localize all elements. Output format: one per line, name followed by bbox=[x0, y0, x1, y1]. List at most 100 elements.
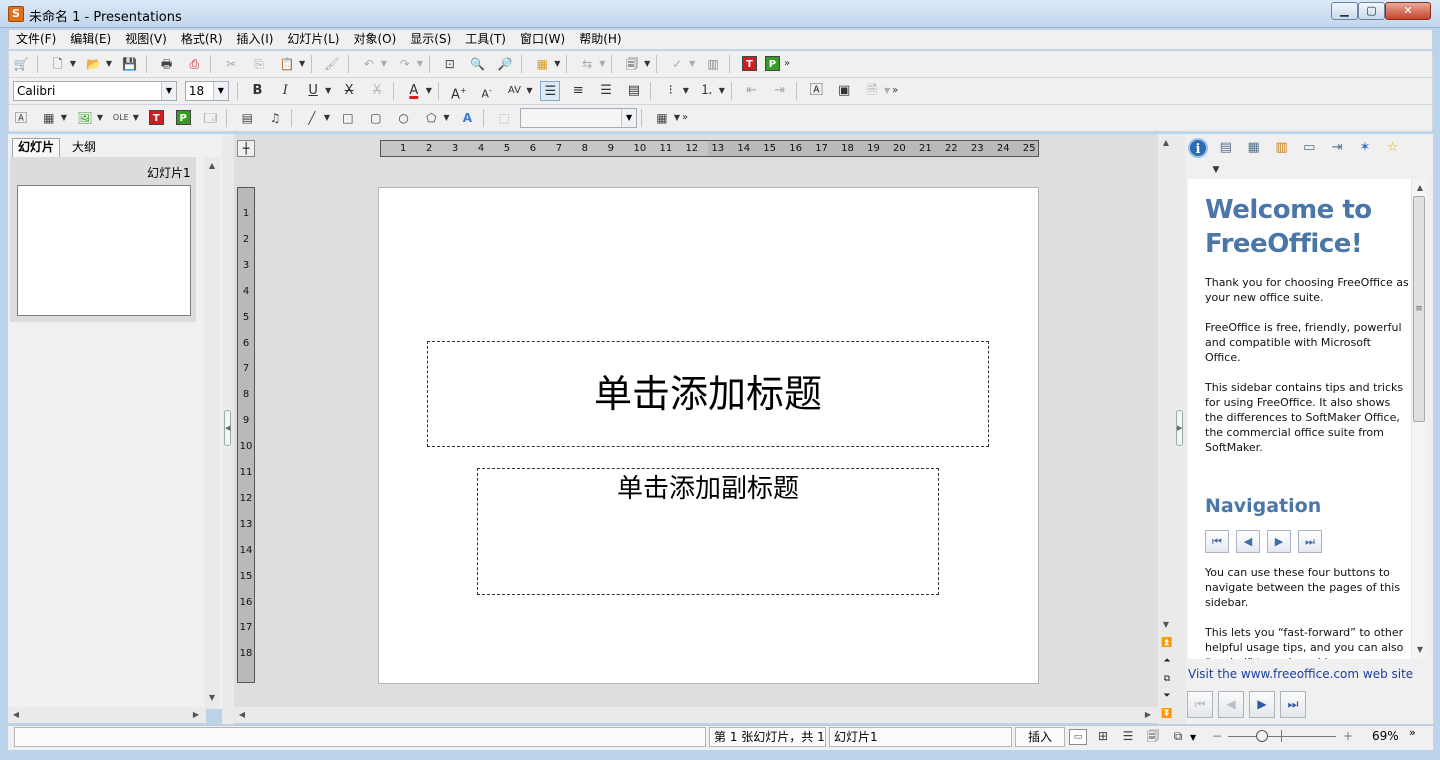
object-style-combo[interactable]: ▼ bbox=[520, 108, 638, 128]
align-left-button[interactable]: ☰ bbox=[540, 81, 561, 101]
ruler-corner-icon[interactable]: ┼ bbox=[237, 140, 255, 157]
grid-icon[interactable]: ▦ bbox=[653, 109, 671, 127]
animation-icon[interactable]: ✶ bbox=[1355, 138, 1375, 158]
menu-display[interactable]: 显示(S) bbox=[403, 30, 458, 49]
scroll-up-icon[interactable]: ▲ bbox=[1160, 137, 1172, 149]
slide-layout-icon[interactable]: ▦ bbox=[1244, 138, 1264, 158]
zoom-slider[interactable] bbox=[1228, 736, 1336, 737]
textbox-icon[interactable]: 🄰 bbox=[12, 109, 30, 127]
textmaker-object-icon[interactable]: T bbox=[148, 110, 164, 125]
object-properties-icon[interactable]: ⬚ bbox=[495, 109, 513, 127]
save-icon[interactable]: 💾 bbox=[121, 55, 139, 73]
numbering-button[interactable]: ⒈ bbox=[697, 81, 717, 101]
tab-slides[interactable]: 幻灯片 bbox=[12, 138, 60, 157]
normal-view-icon[interactable]: ▭ bbox=[1069, 729, 1087, 745]
sidebar-back-icon[interactable]: ◀ bbox=[1218, 691, 1244, 718]
scroll-down-icon[interactable]: ▼ bbox=[1414, 644, 1426, 656]
cut-icon[interactable]: ✂ bbox=[222, 55, 240, 73]
last-slide-icon[interactable]: ⏬ bbox=[1161, 708, 1173, 720]
increase-indent-button[interactable]: ⇥ bbox=[770, 81, 790, 101]
transition-icon[interactable]: ⇆ bbox=[578, 55, 596, 73]
chevron-down-icon[interactable]: ▼ bbox=[1206, 160, 1226, 180]
bullets-button[interactable]: ⁝ bbox=[661, 81, 681, 101]
main-vertical-scrollbar[interactable]: ▲ ▼ bbox=[1158, 134, 1174, 724]
title-placeholder-text[interactable]: 单击添加标题 bbox=[427, 368, 989, 420]
open-folder-icon[interactable]: 📂 bbox=[85, 55, 103, 73]
align-right-button[interactable]: ☰ bbox=[596, 81, 616, 101]
styles-icon[interactable]: 🗎 bbox=[862, 81, 882, 101]
insert-field-icon[interactable]: ▤ bbox=[238, 109, 256, 127]
chart-icon[interactable]: ▥ bbox=[704, 55, 722, 73]
left-pane-horizontal-scrollbar[interactable]: ◀ ▶ bbox=[8, 707, 206, 723]
font-size-combo[interactable]: 18 ▼ bbox=[184, 81, 229, 101]
italic-button[interactable]: I bbox=[275, 81, 295, 101]
horizontal-ruler[interactable]: 1 2 3 4 5 6 7 8 9 10 11 12 13 14 15 16 17 18 19 20 21 22 23 24 2… bbox=[380, 140, 1039, 157]
zoom-in-icon[interactable]: + bbox=[1343, 729, 1353, 743]
close-button[interactable]: ✕ bbox=[1385, 2, 1431, 20]
insert-media-icon[interactable]: ♫ bbox=[266, 109, 284, 127]
planmaker-object-icon[interactable]: P bbox=[175, 110, 191, 125]
textmaker-icon[interactable]: T bbox=[741, 56, 757, 71]
menu-object[interactable]: 对象(O) bbox=[346, 30, 403, 49]
table-icon[interactable]: ▦ bbox=[40, 109, 58, 127]
master-icon[interactable]: ▭ bbox=[1299, 138, 1319, 158]
justify-button[interactable]: ▤ bbox=[624, 81, 644, 101]
paste-icon[interactable]: 📋 bbox=[278, 55, 296, 73]
redo-icon[interactable]: ↷ bbox=[396, 55, 414, 73]
menu-slide[interactable]: 幻灯片(L) bbox=[280, 30, 346, 49]
planmaker-icon[interactable]: P bbox=[764, 56, 780, 71]
underline-button[interactable]: U bbox=[303, 81, 323, 101]
sidebar-prev-page-icon[interactable]: ◀ bbox=[1236, 530, 1260, 553]
print-icon[interactable]: 🖶 bbox=[158, 55, 176, 73]
undo-icon[interactable]: ↶ bbox=[360, 55, 378, 73]
font-color-button[interactable]: A bbox=[404, 81, 424, 101]
slide-thumbnail[interactable] bbox=[17, 185, 191, 316]
sidebar-scroll-thumb[interactable]: ≡ bbox=[1413, 196, 1425, 422]
scroll-left-icon[interactable]: ◀ bbox=[236, 709, 248, 721]
pdf-export-icon[interactable]: ⎙ bbox=[185, 55, 203, 73]
autoshape-icon[interactable]: ⬠ bbox=[422, 109, 440, 127]
sidebar-first-icon[interactable]: ⏮ bbox=[1187, 691, 1213, 718]
freeoffice-website-link[interactable]: Visit the www.freeoffice.com web site bbox=[1188, 667, 1413, 681]
layout-icon[interactable]: ▦ bbox=[533, 55, 551, 73]
sidebar-forward-icon[interactable]: ▶ bbox=[1249, 691, 1275, 718]
previous-slide-icon[interactable]: ⏶ bbox=[1161, 655, 1173, 667]
ellipse-icon[interactable]: ○ bbox=[395, 109, 413, 127]
sidebar-end-icon[interactable]: ⏭ bbox=[1280, 691, 1306, 718]
next-slide-icon[interactable]: ⏷ bbox=[1161, 690, 1173, 702]
sidebar-last-page-icon[interactable]: ⏭ bbox=[1298, 530, 1322, 553]
outline-view-icon[interactable]: ☰ bbox=[1119, 729, 1137, 745]
vertical-ruler[interactable]: 1 2 3 4 5 6 7 8 9 10 11 12 13 14 15 16 17 18 bbox=[237, 187, 255, 683]
menu-view[interactable]: 视图(V) bbox=[118, 30, 174, 49]
zoom-out-icon[interactable]: 🔎 bbox=[496, 55, 514, 73]
favorite-star-icon[interactable]: ☆ bbox=[1383, 138, 1403, 158]
format-painter-icon[interactable]: 🖌 bbox=[323, 55, 341, 73]
presentation-object-icon[interactable]: 🗔 bbox=[201, 109, 219, 127]
spellcheck-icon[interactable]: ✓ bbox=[668, 55, 686, 73]
paragraph-format-icon[interactable]: ▣ bbox=[834, 81, 854, 101]
app-icon[interactable]: S bbox=[8, 6, 24, 22]
new-slide-icon[interactable]: 🗐 bbox=[623, 55, 641, 73]
copy-icon[interactable]: ⎘ bbox=[250, 55, 268, 73]
zoom-in-icon[interactable]: 🔍 bbox=[469, 55, 487, 73]
new-document-icon[interactable]: 🗋 bbox=[49, 55, 67, 73]
menu-format[interactable]: 格式(R) bbox=[174, 30, 230, 49]
menu-help[interactable]: 帮助(H) bbox=[572, 30, 628, 49]
decrease-indent-button[interactable]: ⇤ bbox=[742, 81, 762, 101]
menu-edit[interactable]: 编辑(E) bbox=[63, 30, 118, 49]
scroll-right-icon[interactable]: ▶ bbox=[190, 709, 202, 721]
scroll-right-icon[interactable]: ▶ bbox=[1142, 709, 1154, 721]
zoom-level[interactable]: 69% bbox=[1372, 729, 1399, 743]
zoom-slider-knob[interactable] bbox=[1256, 730, 1268, 742]
grow-font-button[interactable]: A+ bbox=[449, 81, 469, 102]
main-horizontal-scrollbar[interactable]: ◀ ▶ bbox=[234, 707, 1158, 723]
tab-outline[interactable]: 大纲 bbox=[63, 138, 105, 157]
rectangle-icon[interactable]: □ bbox=[339, 109, 357, 127]
minimize-button[interactable]: ▁ bbox=[1331, 2, 1358, 20]
sidebar-next-page-icon[interactable]: ▶ bbox=[1267, 530, 1291, 553]
chevron-down-icon[interactable]: ▼ bbox=[1190, 733, 1196, 742]
zoom-out-icon[interactable]: − bbox=[1212, 729, 1222, 743]
maximize-button[interactable]: ▢ bbox=[1358, 2, 1385, 20]
scroll-up-icon[interactable]: ▲ bbox=[1414, 182, 1426, 194]
font-name-combo[interactable]: Calibri ▼ bbox=[13, 81, 177, 101]
